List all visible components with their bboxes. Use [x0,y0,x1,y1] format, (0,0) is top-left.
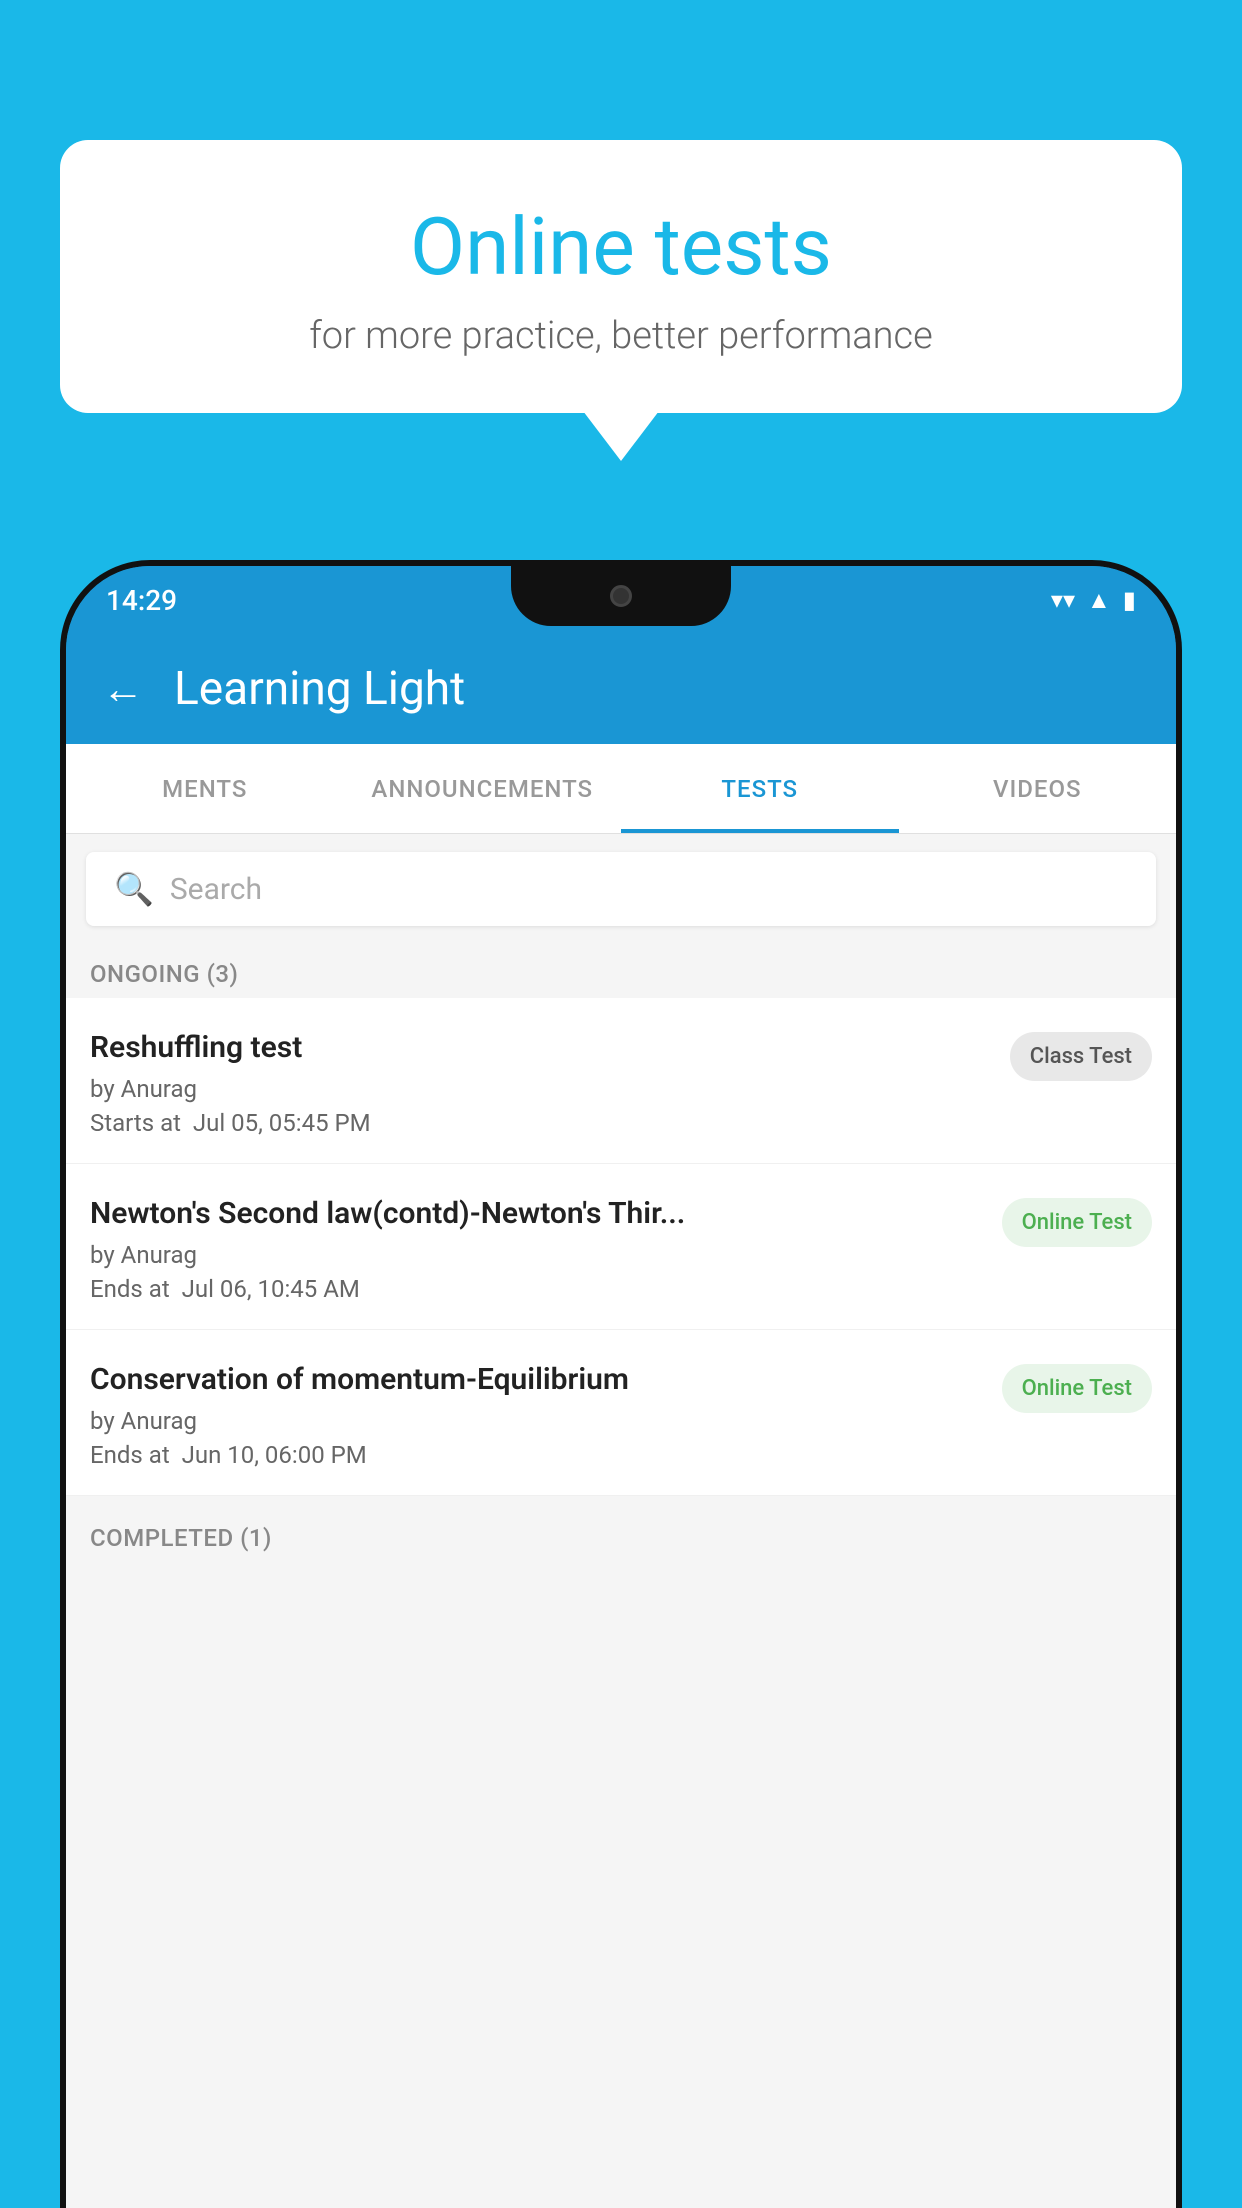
phone-frame: 14:29 ▾▾ ▲ ▮ ← Learning Light MENTS ANNO… [60,560,1182,2208]
test-info-newton: Newton's Second law(contd)-Newton's Thir… [90,1194,1002,1303]
test-author-reshuffling: by Anurag [90,1075,994,1103]
test-badge-reshuffling: Class Test [1010,1032,1152,1081]
test-date-newton: Ends at Jul 06, 10:45 AM [90,1275,986,1303]
test-list: Reshuffling test by Anurag Starts at Jul… [66,998,1176,1496]
tab-ments[interactable]: MENTS [66,744,344,833]
test-name-conservation: Conservation of momentum-Equilibrium [90,1360,986,1399]
completed-section-header: COMPLETED (1) [66,1508,1176,1562]
test-date-conservation: Ends at Jun 10, 06:00 PM [90,1441,986,1469]
test-name-reshuffling: Reshuffling test [90,1028,994,1067]
test-item-reshuffling[interactable]: Reshuffling test by Anurag Starts at Jul… [66,998,1176,1164]
camera [610,585,632,607]
search-bar[interactable]: 🔍 Search [86,852,1156,926]
app-bar: ← Learning Light [66,634,1176,744]
test-date-reshuffling: Starts at Jul 05, 05:45 PM [90,1109,994,1137]
ongoing-section-header: ONGOING (3) [66,944,1176,998]
tab-videos[interactable]: VIDEOS [899,744,1177,833]
test-item-newton[interactable]: Newton's Second law(contd)-Newton's Thir… [66,1164,1176,1330]
status-icons: ▾▾ ▲ ▮ [1051,586,1136,615]
test-author-newton: by Anurag [90,1241,986,1269]
search-placeholder: Search [170,872,262,907]
bubble-subtitle: for more practice, better performance [110,314,1132,358]
wifi-icon: ▾▾ [1051,586,1075,614]
status-time: 14:29 [106,584,177,617]
test-info-reshuffling: Reshuffling test by Anurag Starts at Jul… [90,1028,1010,1137]
test-author-conservation: by Anurag [90,1407,986,1435]
phone-screen: 14:29 ▾▾ ▲ ▮ ← Learning Light MENTS ANNO… [66,566,1176,2208]
search-icon: 🔍 [114,870,154,908]
back-button[interactable]: ← [102,665,144,714]
tab-announcements[interactable]: ANNOUNCEMENTS [344,744,622,833]
tab-tests[interactable]: TESTS [621,744,899,833]
tab-bar: MENTS ANNOUNCEMENTS TESTS VIDEOS [66,744,1176,834]
app-title: Learning Light [174,662,465,716]
speech-bubble: Online tests for more practice, better p… [60,140,1182,413]
battery-icon: ▮ [1123,586,1136,614]
test-badge-newton: Online Test [1002,1198,1152,1247]
bubble-title: Online tests [110,200,1132,294]
promo-section: Online tests for more practice, better p… [60,140,1182,413]
content-area: 🔍 Search ONGOING (3) Reshuffling test by… [66,834,1176,2208]
test-name-newton: Newton's Second law(contd)-Newton's Thir… [90,1194,986,1233]
signal-icon: ▲ [1087,586,1111,615]
test-badge-conservation: Online Test [1002,1364,1152,1413]
test-item-conservation[interactable]: Conservation of momentum-Equilibrium by … [66,1330,1176,1496]
test-info-conservation: Conservation of momentum-Equilibrium by … [90,1360,1002,1469]
phone-notch [511,566,731,626]
